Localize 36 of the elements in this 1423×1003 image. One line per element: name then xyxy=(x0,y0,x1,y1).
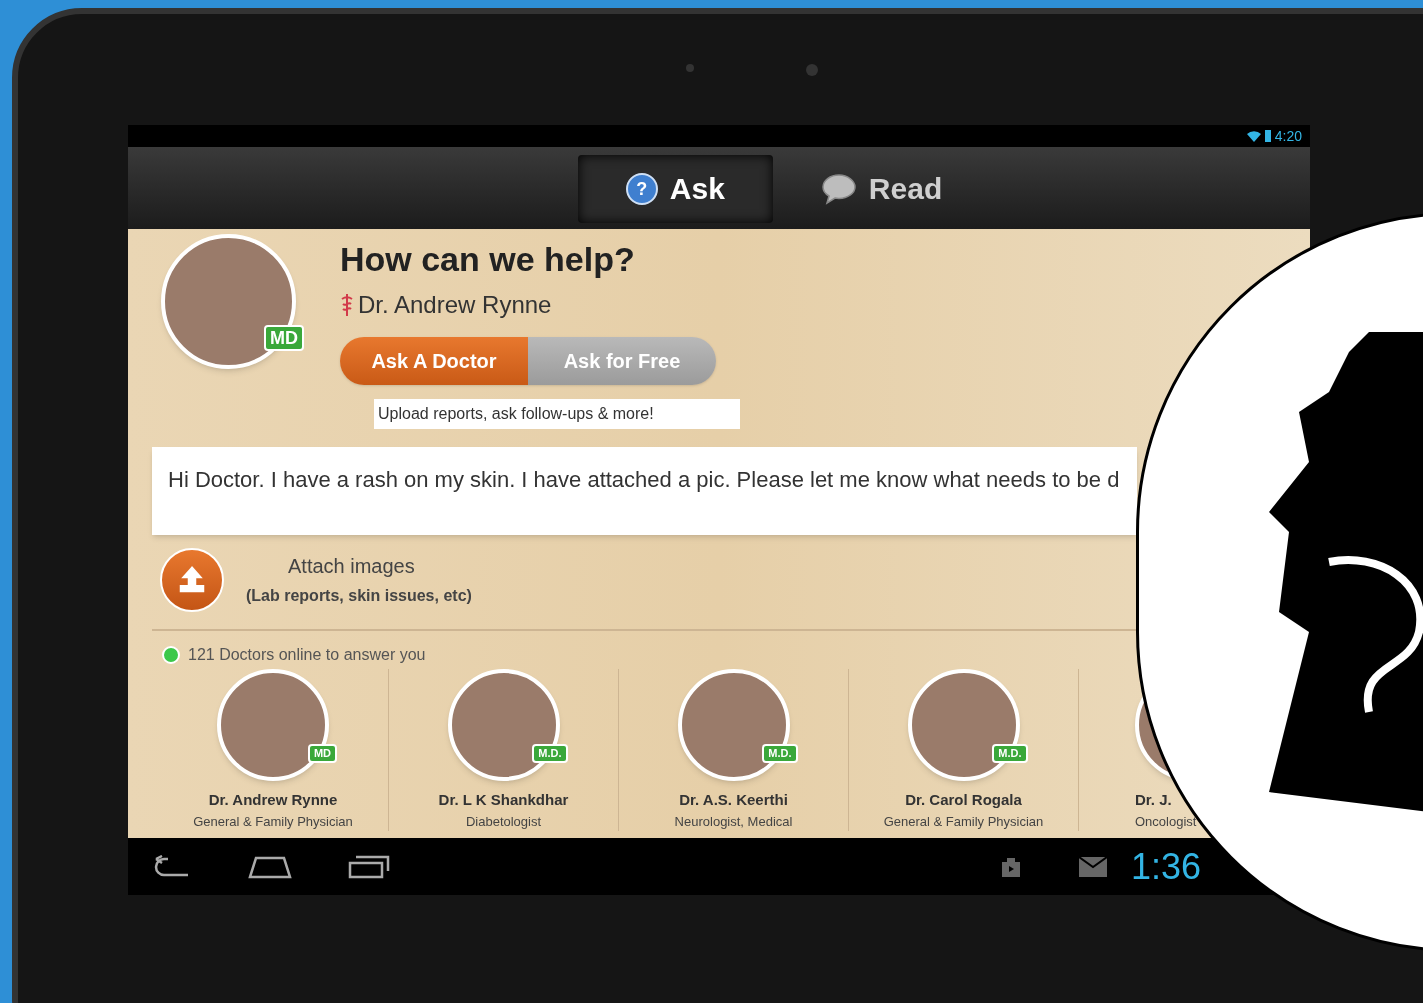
online-count: 121 Doctors online to answer you xyxy=(188,645,426,665)
tab[interactable]: Read xyxy=(772,155,991,223)
md-badge: MD xyxy=(264,325,304,351)
doctor-name: Dr. Andrew Rynne xyxy=(208,790,338,810)
speech-bubble-icon xyxy=(820,173,857,205)
status-time: 4:20 xyxy=(1274,127,1302,146)
mail-icon xyxy=(1078,856,1107,877)
page-title: How can we help? xyxy=(340,239,636,280)
clock-time: 1:36 xyxy=(1130,844,1201,889)
recent-apps-icon[interactable] xyxy=(348,854,390,879)
doctor-specialty: Diabetologist xyxy=(465,812,542,831)
doctor-name: Dr. J. xyxy=(1135,790,1172,810)
doctor-name: Dr. L K Shankdhar xyxy=(438,790,569,810)
md-badge: M.D. xyxy=(992,744,1028,763)
md-badge: M.D. xyxy=(762,744,798,763)
doctor-specialty: General & Family Physician xyxy=(883,812,1044,831)
question-icon: ? xyxy=(625,173,658,205)
doctor-specialty: Neurologist, Medical xyxy=(674,812,793,831)
upload-icon xyxy=(177,565,207,595)
md-badge: MD xyxy=(307,744,337,763)
doctor-specialty: General & Family Physician xyxy=(193,812,353,831)
message-field[interactable]: Hi Doctor. I have a rash on my skin. I have attached a pic. Please let me know what needs to be d xyxy=(152,447,1137,535)
doctor-name: Dr. A.S. Keerthi xyxy=(679,790,788,810)
doctor-specialty: Oncologist xyxy=(1135,812,1197,831)
doctor-name: Dr. Carol Rogala xyxy=(905,790,1022,810)
attach-hint: (Lab reports, skin issues, etc) xyxy=(246,586,472,606)
attach-label: Attach images xyxy=(288,554,416,579)
wifi-icon xyxy=(1246,130,1261,142)
home-icon[interactable] xyxy=(248,854,292,879)
caduceus-icon xyxy=(340,292,354,318)
battery-icon xyxy=(1264,130,1271,142)
tooltip: Upload reports, ask follow-ups & more! xyxy=(374,399,740,429)
mode-toggle-button[interactable]: Ask A Doctor xyxy=(340,337,528,385)
doctor-name: Dr. Andrew Rynne xyxy=(358,290,552,320)
tab[interactable]: ? Ask xyxy=(577,155,773,223)
md-badge: M.D. xyxy=(532,744,568,763)
